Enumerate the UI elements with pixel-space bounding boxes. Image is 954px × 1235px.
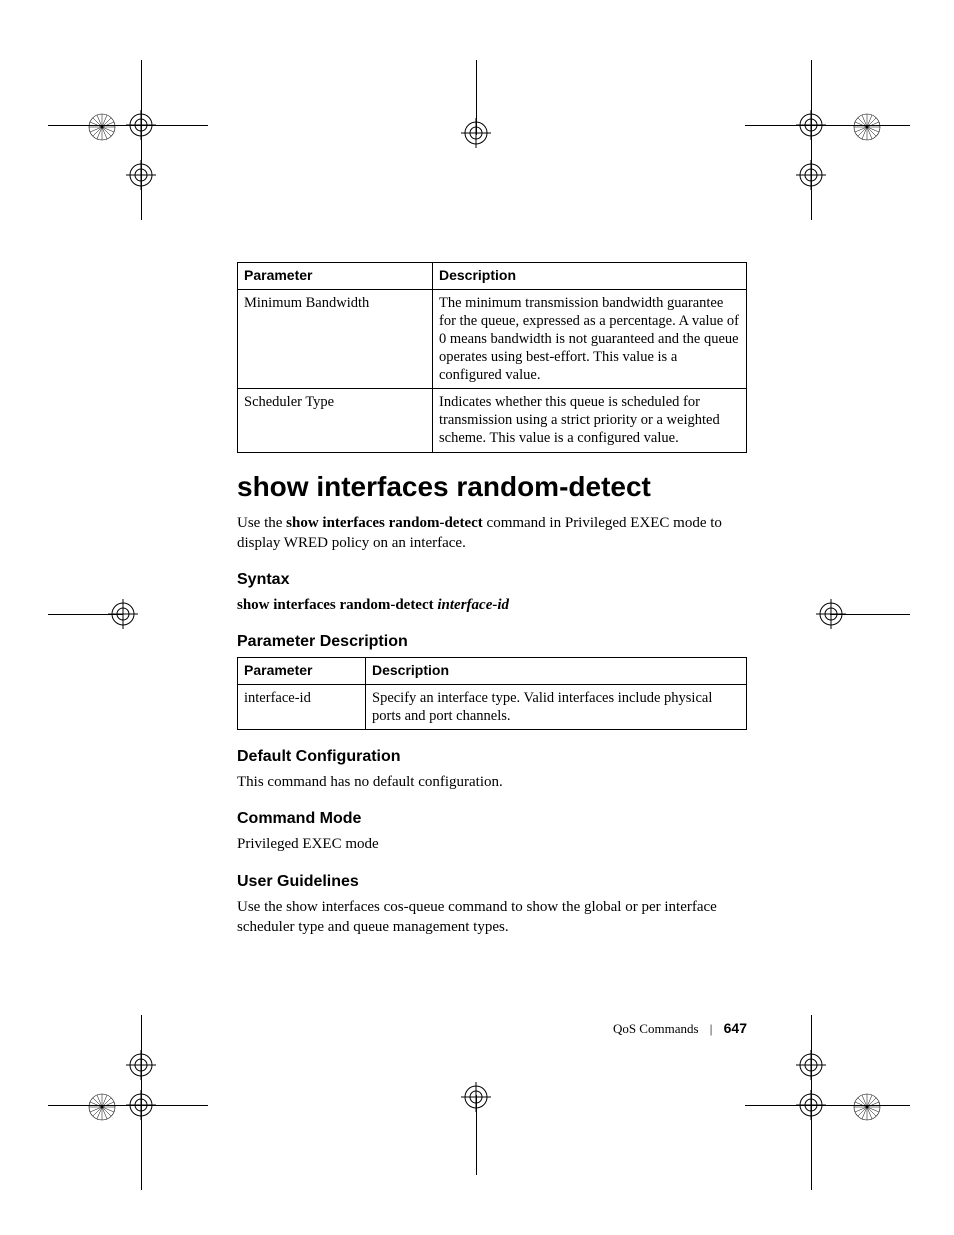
crop-line xyxy=(48,1105,208,1106)
table-header-row: Parameter Description xyxy=(238,263,747,290)
syntax-argument: interface-id xyxy=(437,597,509,613)
registration-rosette-icon xyxy=(87,1092,117,1122)
crop-line xyxy=(141,1015,142,1190)
table-row: Minimum Bandwidth The minimum transmissi… xyxy=(238,289,747,389)
table-row: Scheduler Type Indicates whether this qu… xyxy=(238,389,747,452)
registration-rosette-icon xyxy=(852,1092,882,1122)
syntax-heading: Syntax xyxy=(237,571,752,589)
command-mode-body: Privileged EXEC mode xyxy=(237,834,752,854)
intro-paragraph: Use the show interfaces random-detect co… xyxy=(237,513,752,554)
command-heading: show interfaces random-detect xyxy=(237,471,752,503)
cell-desc: Specify an interface type. Valid interfa… xyxy=(366,684,747,729)
col-parameter: Parameter xyxy=(238,263,433,290)
page-content: Parameter Description Minimum Bandwidth … xyxy=(237,262,752,943)
crop-line xyxy=(48,614,123,615)
crop-line xyxy=(476,1095,477,1175)
footer-separator: | xyxy=(710,1021,713,1036)
registration-rosette-icon xyxy=(852,112,882,142)
cell-desc: The minimum transmission bandwidth guara… xyxy=(433,289,747,389)
user-guidelines-body: Use the show interfaces cos-queue comman… xyxy=(237,897,752,938)
cell-desc: Indicates whether this queue is schedule… xyxy=(433,389,747,452)
crop-line xyxy=(811,60,812,220)
user-guidelines-heading: User Guidelines xyxy=(237,873,752,891)
footer-page-number: 647 xyxy=(724,1020,747,1036)
footer-chapter: QoS Commands xyxy=(613,1021,699,1036)
table-row: interface-id Specify an interface type. … xyxy=(238,684,747,729)
command-name: show interfaces random-detect xyxy=(286,515,483,531)
syntax-line: show interfaces random-detect interface-… xyxy=(237,595,752,615)
crop-line xyxy=(745,125,910,126)
syntax-command: show interfaces random-detect xyxy=(237,597,437,613)
default-config-body: This command has no default configuratio… xyxy=(237,772,752,792)
col-description: Description xyxy=(433,263,747,290)
crop-line xyxy=(141,60,142,220)
registration-rosette-icon xyxy=(87,112,117,142)
col-description: Description xyxy=(366,658,747,685)
crop-line xyxy=(811,1015,812,1190)
cell-param: Minimum Bandwidth xyxy=(238,289,433,389)
cell-param: interface-id xyxy=(238,684,366,729)
default-config-heading: Default Configuration xyxy=(237,748,752,766)
crop-line xyxy=(476,60,477,135)
crop-line xyxy=(830,614,910,615)
page-footer: QoS Commands | 647 xyxy=(237,1020,747,1037)
crop-line xyxy=(48,125,208,126)
parameter-table-2: Parameter Description interface-id Speci… xyxy=(237,657,747,730)
parameter-table-1: Parameter Description Minimum Bandwidth … xyxy=(237,262,747,453)
table-header-row: Parameter Description xyxy=(238,658,747,685)
cell-param: Scheduler Type xyxy=(238,389,433,452)
crop-line xyxy=(745,1105,910,1106)
parameter-description-heading: Parameter Description xyxy=(237,633,752,651)
col-parameter: Parameter xyxy=(238,658,366,685)
command-mode-heading: Command Mode xyxy=(237,810,752,828)
